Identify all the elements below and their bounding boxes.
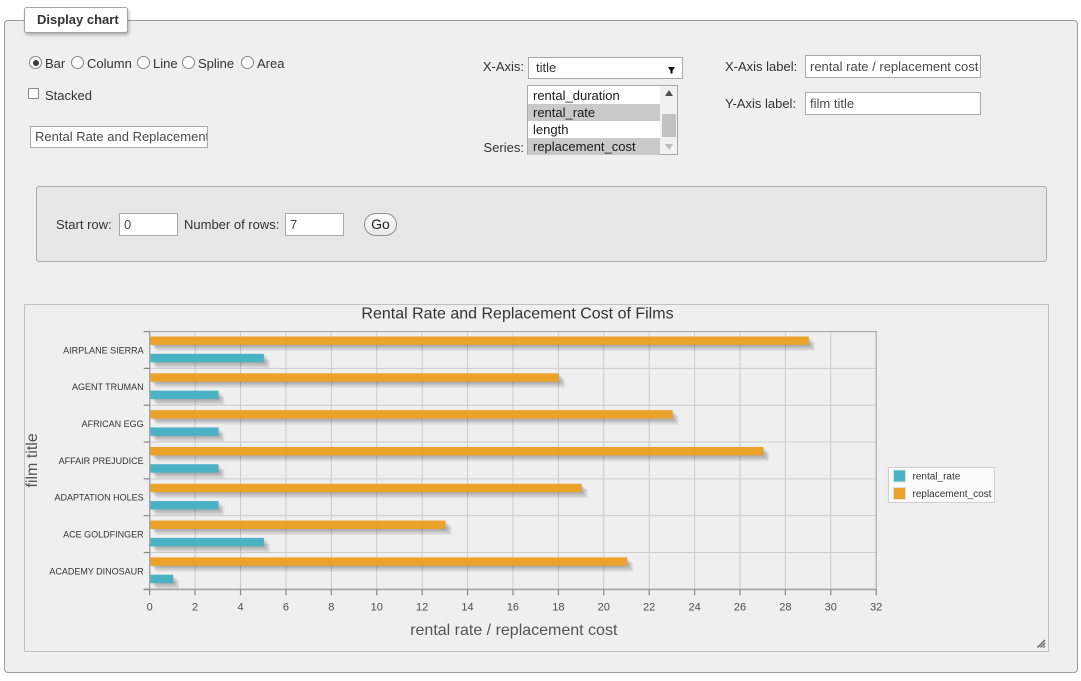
svg-text:film title: film title [24,433,41,487]
svg-text:20: 20 [598,601,610,613]
svg-text:22: 22 [643,601,655,613]
svg-text:12: 12 [416,601,428,613]
svg-text:Rental Rate and Replacement Co: Rental Rate and Replacement Cost of Film… [361,306,673,323]
svg-text:6: 6 [283,601,289,613]
svg-text:26: 26 [734,601,746,613]
svg-text:28: 28 [779,601,791,613]
svg-text:ADAPTATION HOLES: ADAPTATION HOLES [55,493,144,503]
svg-text:14: 14 [461,601,473,613]
svg-text:30: 30 [825,601,837,613]
svg-text:8: 8 [328,601,334,613]
svg-text:24: 24 [688,601,700,613]
svg-text:2: 2 [192,601,198,613]
svg-text:AFFAIR PREJUDICE: AFFAIR PREJUDICE [59,456,144,466]
svg-text:AGENT TRUMAN: AGENT TRUMAN [72,382,144,392]
svg-text:ACE GOLDFINGER: ACE GOLDFINGER [63,529,144,539]
svg-text:10: 10 [371,601,383,613]
svg-text:4: 4 [237,601,243,613]
svg-text:AFRICAN EGG: AFRICAN EGG [82,419,144,429]
svg-text:0: 0 [147,601,153,613]
svg-text:AIRPLANE SIERRA: AIRPLANE SIERRA [63,345,144,355]
svg-text:ACADEMY DINOSAUR: ACADEMY DINOSAUR [49,566,144,576]
svg-text:rental rate / replacement cost: rental rate / replacement cost [410,622,618,639]
svg-text:rental_rate: rental_rate [913,472,961,483]
svg-text:16: 16 [507,601,519,613]
svg-text:32: 32 [870,601,882,613]
svg-text:replacement_cost: replacement_cost [913,489,992,500]
svg-text:18: 18 [552,601,564,613]
